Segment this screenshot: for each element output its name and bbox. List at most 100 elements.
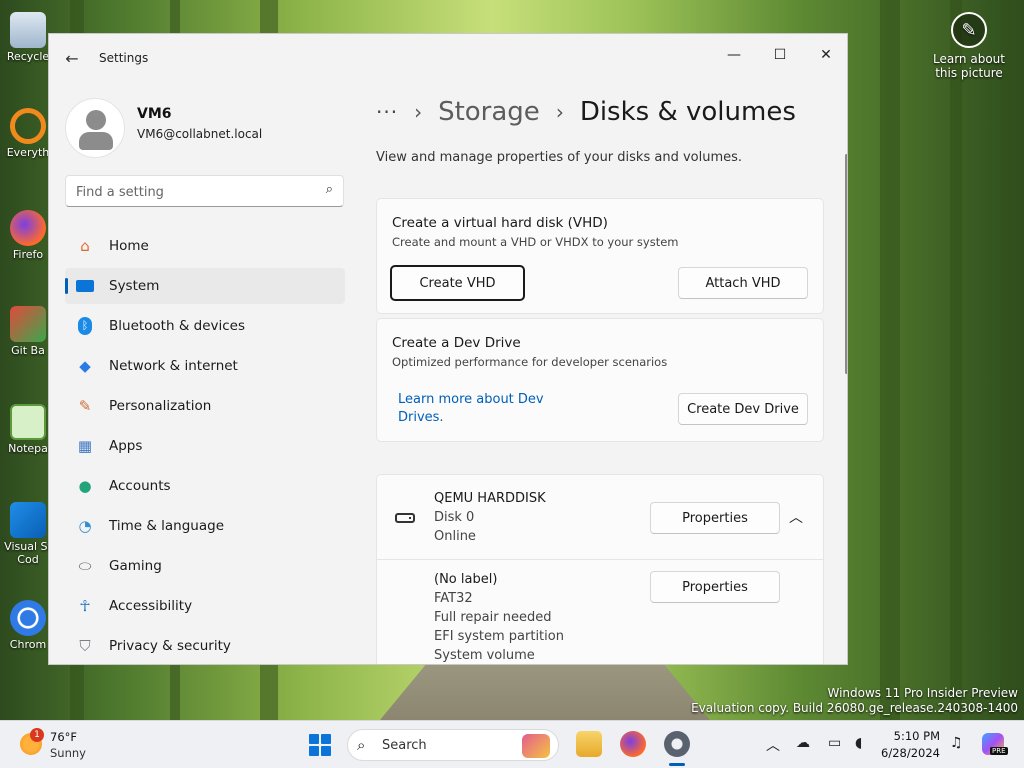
vhd-card-title: Create a virtual hard disk (VHD) <box>392 215 608 231</box>
firefox-icon <box>10 210 46 246</box>
git-bash-icon <box>10 306 46 342</box>
create-dev-drive-button[interactable]: Create Dev Drive <box>678 393 808 425</box>
volume-icon[interactable]: ◖ <box>855 735 862 751</box>
camera-info-icon: ✎ <box>951 12 987 48</box>
weather-condition[interactable]: Sunny <box>50 746 86 760</box>
sidebar-item-bluetooth[interactable]: ᛒ Bluetooth & devices <box>65 308 345 344</box>
dev-drive-card: Create a Dev Drive Optimized performance… <box>376 318 824 442</box>
desktop-icon-firefox[interactable]: Firefo <box>2 210 54 261</box>
build-watermark: Windows 11 Pro Insider Preview Evaluatio… <box>691 686 1018 715</box>
taskbar-search-label: Search <box>382 738 427 753</box>
home-icon: ⌂ <box>80 237 90 255</box>
volume-properties-button[interactable]: Properties <box>650 571 780 603</box>
desktop-icon-everything[interactable]: Everyth <box>2 108 54 159</box>
notepad-icon <box>10 404 46 440</box>
app-title: Settings <box>99 51 149 65</box>
clock-time[interactable]: 5:10 PM <box>880 729 940 743</box>
everything-search-icon <box>10 108 46 144</box>
vhd-card: Create a virtual hard disk (VHD) Create … <box>376 198 824 314</box>
volume-role: System volume <box>434 648 535 663</box>
cloud-offline-icon[interactable]: ☁ <box>796 735 810 751</box>
user-email: VM6@collabnet.local <box>137 127 263 141</box>
avatar <box>65 98 125 158</box>
sidebar-item-personalization[interactable]: ✎ Personalization <box>65 388 345 424</box>
chevron-right-icon: › <box>555 100 564 124</box>
desktop-icon-chrome[interactable]: Chrom <box>2 600 54 651</box>
minimize-button[interactable]: — <box>711 40 757 70</box>
brush-icon: ✎ <box>78 397 92 415</box>
content-scrollbar[interactable] <box>845 154 847 374</box>
start-button[interactable] <box>309 734 331 756</box>
hard-drive-icon <box>395 513 415 523</box>
sidebar-item-time-language[interactable]: ◔ Time & language <box>65 508 345 544</box>
sidebar-item-accessibility[interactable]: ☥ Accessibility <box>65 588 345 624</box>
vscode-icon <box>10 502 46 538</box>
sidebar-item-privacy-security[interactable]: ⛉ Privacy & security <box>65 628 345 664</box>
settings-search[interactable]: ⌕ <box>65 175 344 207</box>
page-title: Disks & volumes <box>579 97 796 127</box>
clock-date[interactable]: 6/28/2024 <box>870 746 940 760</box>
learn-about-picture[interactable]: ✎ Learn about this picture <box>924 12 1014 80</box>
active-app-indicator <box>669 763 685 766</box>
breadcrumb-more-button[interactable]: ··· <box>376 100 398 124</box>
user-name: VM6 <box>137 106 172 122</box>
back-button[interactable]: ← <box>61 48 83 68</box>
firefox-taskbar-icon[interactable] <box>620 731 646 757</box>
weather-badge: 1 <box>30 728 44 742</box>
sidebar-item-apps[interactable]: ▦ Apps <box>65 428 345 464</box>
file-explorer-icon[interactable] <box>576 731 602 757</box>
volume-type: EFI system partition <box>434 629 564 644</box>
taskbar: 1 76°F Sunny ⌕ Search ︿ ☁ ▭ ◖ 5:10 PM 6/… <box>0 720 1024 768</box>
sidebar-item-system[interactable]: System <box>65 268 345 304</box>
system-icon <box>75 276 95 296</box>
create-vhd-button[interactable]: Create VHD <box>390 265 525 301</box>
accessibility-icon: ☥ <box>79 597 91 615</box>
disk-status: Online <box>434 529 476 544</box>
settings-window: ← Settings — ☐ ✕ VM6 VM6@collabnet.local… <box>48 33 848 665</box>
title-bar[interactable]: ← Settings — ☐ ✕ <box>49 34 847 82</box>
gamepad-icon: ⬭ <box>78 557 92 575</box>
sidebar-item-network[interactable]: ◆ Network & internet <box>65 348 345 384</box>
desktop-icon-notepad[interactable]: Notepa <box>2 404 54 455</box>
close-icon: ✕ <box>820 47 832 63</box>
weather-temperature[interactable]: 76°F <box>50 730 77 744</box>
globe-clock-icon: ◔ <box>78 517 92 535</box>
close-button[interactable]: ✕ <box>803 40 847 70</box>
chrome-icon <box>10 600 46 636</box>
settings-gear-icon[interactable] <box>664 731 690 757</box>
sidebar-item-gaming[interactable]: ⬭ Gaming <box>65 548 345 584</box>
bluetooth-icon: ᛒ <box>75 316 95 336</box>
maximize-button[interactable]: ☐ <box>757 40 803 70</box>
sidebar-item-home[interactable]: ⌂ Home <box>65 228 345 264</box>
volume-label: (No label) <box>434 572 498 587</box>
search-icon: ⌕ <box>357 736 366 754</box>
volume-health: Full repair needed <box>434 610 552 625</box>
desktop-icon-vscode[interactable]: Visual St Cod <box>2 502 54 566</box>
sidebar-nav: ⌂ Home System ᛒ Bluetooth & devices ◆ Ne… <box>65 228 345 664</box>
search-icon[interactable]: ⌕ <box>326 182 333 197</box>
attach-vhd-button[interactable]: Attach VHD <box>678 267 808 299</box>
chevron-up-icon[interactable]: ︿ <box>789 507 803 527</box>
copilot-pre-badge: PRE <box>990 747 1008 755</box>
disk-properties-button[interactable]: Properties <box>650 502 780 534</box>
wifi-icon: ◆ <box>79 357 91 375</box>
search-highlight-icon <box>522 734 550 758</box>
learn-more-dev-drives-link[interactable]: Learn more about Dev Drives. <box>398 391 578 427</box>
desktop-icon-git-bash[interactable]: Git Ba <box>2 306 54 357</box>
sidebar-item-accounts[interactable]: ● Accounts <box>65 468 345 504</box>
chevron-up-icon[interactable]: ︿ <box>766 735 780 755</box>
chevron-right-icon: › <box>414 100 423 124</box>
search-input[interactable] <box>76 182 306 202</box>
windows-logo-icon <box>309 734 319 744</box>
disk-number: Disk 0 <box>434 510 475 525</box>
vhd-card-subtitle: Create and mount a VHD or VHDX to your s… <box>392 235 679 249</box>
volume-filesystem: FAT32 <box>434 591 473 606</box>
bell-icon[interactable]: ♫ <box>950 735 963 751</box>
page-description: View and manage properties of your disks… <box>376 150 743 165</box>
breadcrumb-storage[interactable]: Storage <box>438 97 540 127</box>
network-icon[interactable]: ▭ <box>828 735 841 751</box>
taskbar-search[interactable]: ⌕ Search <box>347 729 559 761</box>
dev-drive-card-subtitle: Optimized performance for developer scen… <box>392 355 668 369</box>
dev-drive-card-title: Create a Dev Drive <box>392 335 521 351</box>
desktop-icon-recycle-bin[interactable]: Recycle <box>2 12 54 63</box>
